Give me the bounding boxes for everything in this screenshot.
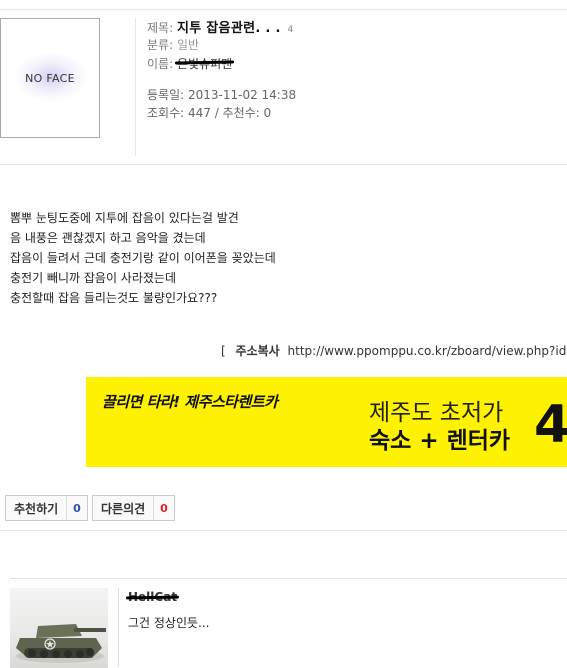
- top-divider: [0, 9, 567, 10]
- category-row: 분류: 일반: [147, 36, 199, 53]
- address-bracket: [: [221, 344, 226, 358]
- body-line: 잡음이 들려서 근데 충전기랑 같이 이어폰을 꽂았는데: [10, 251, 276, 265]
- address-copy-row: [ 주소복사 http://www.ppomppu.co.kr/zboard/v…: [221, 342, 567, 359]
- dissent-count: 0: [153, 496, 174, 520]
- ad-banner[interactable]: 끌리면 타라! 제주스타렌트카 제주도 초저가 숙소 + 렌터카 4: [86, 377, 567, 467]
- author-avatar: NO FACE: [0, 18, 100, 138]
- category-key: 분류:: [147, 38, 174, 52]
- name-row: 이름: 은빛슈퍼맨: [147, 55, 232, 72]
- header-separator: [135, 18, 136, 156]
- author-name[interactable]: 은빛슈퍼맨: [177, 55, 232, 72]
- comment-top-divider: [10, 578, 567, 579]
- banner-slogan: 끌리면 타라! 제주스타렌트카: [102, 393, 278, 411]
- body-line: 충전할때 잡음 들리는것도 불량인가요???: [10, 291, 218, 305]
- votes-divider: [0, 530, 567, 531]
- comment-count[interactable]: 4: [288, 25, 294, 35]
- stats-row: 조회수: 447 / 추천수: 0: [147, 106, 272, 120]
- comment-separator: [118, 588, 119, 667]
- date-row: 등록일: 2013-11-02 14:38: [147, 88, 297, 102]
- banner-big-text: 4: [534, 395, 567, 455]
- category-value: 일반: [176, 38, 200, 52]
- comment-author-row: HellCat: [128, 590, 177, 604]
- title-row: 제목: 지투 잡음관련. . . 4: [147, 17, 293, 36]
- dissent-button[interactable]: 다른의견 0: [92, 495, 175, 521]
- post-title: 지투 잡음관련. . .: [176, 21, 281, 36]
- recommend-count: 0: [66, 496, 87, 520]
- commenter-avatar: [10, 588, 108, 668]
- comment-text: 그건 정상인듯...: [128, 616, 210, 630]
- tank-icon: [16, 624, 106, 663]
- address-copy-button[interactable]: 주소복사: [236, 344, 280, 358]
- body-line: 음 내풍은 괜찮겠지 하고 음악을 겼는데: [10, 231, 206, 245]
- recommend-button[interactable]: 추천하기 0: [5, 495, 88, 521]
- post-body: 뽐뿌 눈팅도중에 지투에 잡음이 있다는걸 발견 음 내풍은 괜찮겠지 하고 음…: [10, 208, 276, 308]
- header-bottom-divider: [0, 164, 567, 165]
- body-line: 충전기 빼니까 잡음이 사라졌는데: [10, 271, 177, 285]
- recommend-label: 추천하기: [14, 501, 59, 516]
- body-line: 뽐뿌 눈팅도중에 지투에 잡음이 있다는걸 발견: [10, 211, 239, 225]
- banner-line2: 숙소 + 렌터카: [369, 428, 511, 454]
- dissent-label: 다른의견: [101, 501, 146, 516]
- avatar-text: NO FACE: [25, 71, 75, 85]
- address-url[interactable]: http://www.ppomppu.co.kr/zboard/view.php…: [288, 344, 567, 358]
- name-key: 이름:: [147, 57, 174, 71]
- comment-author[interactable]: HellCat: [128, 590, 177, 604]
- title-key: 제목:: [147, 21, 174, 35]
